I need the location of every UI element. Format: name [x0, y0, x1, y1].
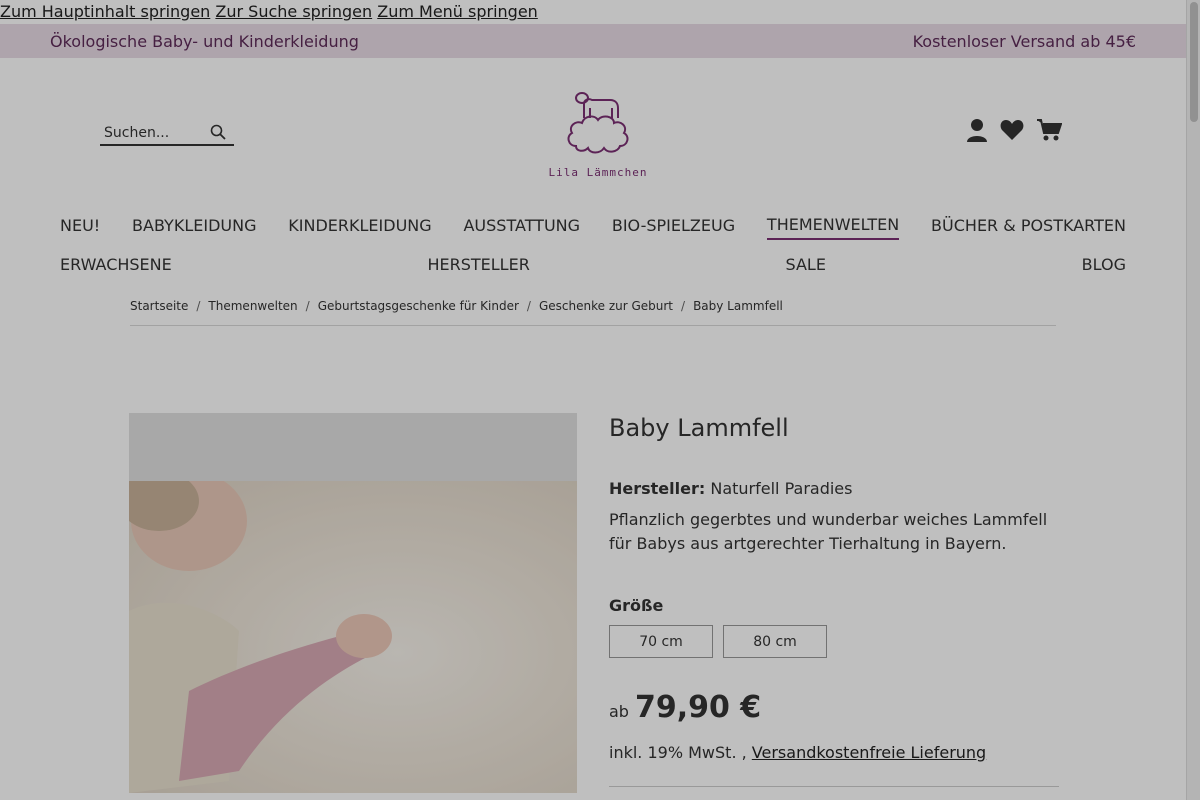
- breadcrumb-separator: /: [526, 298, 531, 313]
- nav-item-blog[interactable]: BLOG: [1082, 255, 1126, 278]
- nav-item-erwachsene[interactable]: ERWACHSENE: [60, 255, 172, 278]
- product-maker-label: Hersteller:: [609, 479, 706, 498]
- page-scrollbar[interactable]: [1186, 0, 1200, 800]
- product-description: Pflanzlich gegerbtes und wunderbar weich…: [609, 510, 1048, 553]
- product-image: [129, 471, 577, 793]
- topbar-tagline: Ökologische Baby- und Kinderkleidung: [50, 31, 359, 51]
- size-option-70cm[interactable]: 70 cm: [609, 625, 713, 658]
- nav-item-babykleidung[interactable]: BABYKLEIDUNG: [132, 216, 256, 239]
- nav-row-2: ERWACHSENE HERSTELLER SALE BLOG: [60, 247, 1126, 286]
- wishlist-heart-icon[interactable]: [1000, 119, 1024, 145]
- product-title: Baby Lammfell: [609, 414, 789, 442]
- account-icon[interactable]: [966, 118, 988, 146]
- scrollbar-thumb[interactable]: [1190, 2, 1198, 122]
- skip-to-menu-link[interactable]: Zum Menü springen: [377, 2, 538, 21]
- nav-item-sale[interactable]: SALE: [786, 255, 826, 278]
- search-box: [100, 122, 234, 146]
- breadcrumb: Startseite / Themenwelten / Geburtstagsg…: [130, 286, 1056, 326]
- product-maker-value: Naturfell Paradies: [710, 479, 853, 498]
- breadcrumb-separator: /: [305, 298, 310, 313]
- search-icon[interactable]: [210, 124, 226, 144]
- size-option-80cm[interactable]: 80 cm: [723, 625, 827, 658]
- search-input[interactable]: [100, 125, 200, 141]
- page: Zum Hauptinhalt springen Zur Suche sprin…: [0, 0, 1186, 800]
- breadcrumb-current: Baby Lammfell: [693, 298, 783, 313]
- logo[interactable]: Lila Lämmchen: [544, 88, 652, 180]
- nav-item-buecher-postkarten[interactable]: BÜCHER & POSTKARTEN: [931, 216, 1126, 239]
- product-info: Baby Lammfell Hersteller: Naturfell Para…: [609, 413, 1059, 787]
- main-navigation: NEU! BABYKLEIDUNG KINDERKLEIDUNG AUSSTAT…: [0, 208, 1186, 286]
- divider: [609, 786, 1059, 787]
- tax-text: inkl. 19% MwSt. ,: [609, 743, 747, 762]
- nav-item-hersteller[interactable]: HERSTELLER: [427, 255, 529, 278]
- nav-item-kinderkleidung[interactable]: KINDERKLEIDUNG: [288, 216, 431, 239]
- nav-item-themenwelten[interactable]: THEMENWELTEN: [766, 215, 900, 240]
- breadcrumb-geburtstagsgeschenke[interactable]: Geburtstagsgeschenke für Kinder: [318, 299, 519, 313]
- header-actions: [966, 118, 1063, 146]
- price-amount: 79,90 €: [634, 690, 762, 725]
- size-options: 70 cm 80 cm: [609, 625, 1059, 658]
- nav-row-1: NEU! BABYKLEIDUNG KINDERKLEIDUNG AUSSTAT…: [60, 208, 1126, 247]
- breadcrumb-themenwelten[interactable]: Themenwelten: [208, 299, 297, 313]
- shipping-info-link[interactable]: Versandkostenfreie Lieferung: [752, 743, 986, 762]
- topbar-shipping-note: Kostenloser Versand ab 45€: [912, 31, 1136, 51]
- nav-item-neu[interactable]: NEU!: [60, 216, 100, 239]
- breadcrumb-startseite[interactable]: Startseite: [130, 299, 188, 313]
- header: Lila Lämmchen: [0, 58, 1186, 208]
- product-gallery: [129, 413, 577, 793]
- skip-to-main-link[interactable]: Zum Hauptinhalt springen: [0, 2, 210, 21]
- skip-links: Zum Hauptinhalt springen Zur Suche sprin…: [0, 0, 1186, 24]
- price-prefix: ab: [609, 702, 629, 721]
- nav-item-bio-spielzeug[interactable]: BIO-SPIELZEUG: [612, 216, 735, 239]
- breadcrumb-separator: /: [681, 298, 686, 313]
- breadcrumb-separator: /: [196, 298, 201, 313]
- cart-icon[interactable]: [1036, 118, 1063, 146]
- topbar: Ökologische Baby- und Kinderkleidung Kos…: [0, 24, 1186, 58]
- product-maker: Hersteller: Naturfell Paradies: [609, 479, 1059, 498]
- product-image-frame[interactable]: [129, 413, 577, 793]
- skip-to-search-link[interactable]: Zur Suche springen: [215, 2, 372, 21]
- lamb-cloud-icon: [567, 92, 629, 154]
- size-label: Größe: [609, 596, 664, 615]
- product-price: ab 79,90 €: [609, 690, 1059, 725]
- breadcrumb-geschenke-zur-geburt[interactable]: Geschenke zur Geburt: [539, 299, 673, 313]
- logo-name: Lila Lämmchen: [548, 166, 648, 179]
- nav-item-ausstattung[interactable]: AUSSTATTUNG: [463, 216, 580, 239]
- tax-info: inkl. 19% MwSt. , Versandkostenfreie Lie…: [609, 743, 1059, 762]
